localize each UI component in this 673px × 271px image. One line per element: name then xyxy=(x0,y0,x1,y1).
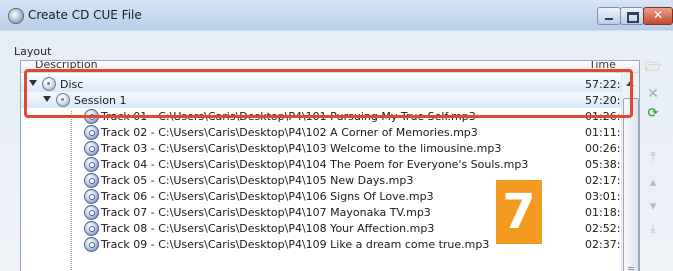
refresh-icon[interactable]: ⟳ xyxy=(645,106,661,122)
folder-icon[interactable]: 🗁 xyxy=(645,60,661,76)
track-label: Track 04 - C:\Users\Caris\Desktop\P4\104… xyxy=(101,158,529,171)
delete-icon[interactable]: ✕ xyxy=(645,86,661,102)
track-row[interactable]: Track 03 - C:\Users\Caris\Desktop\P4\103… xyxy=(21,140,634,156)
track-label: Track 05 - C:\Users\Caris\Desktop\P4\105… xyxy=(101,174,414,187)
audio-track-icon xyxy=(84,157,99,172)
layout-label: Layout xyxy=(14,45,52,58)
maximize-button[interactable] xyxy=(620,7,644,25)
minimize-button[interactable] xyxy=(597,7,621,25)
track-row[interactable]: Track 04 - C:\Users\Caris\Desktop\P4\104… xyxy=(21,156,634,172)
scrollbar-grip-icon xyxy=(628,267,634,268)
track-label: Track 03 - C:\Users\Caris\Desktop\P4\103… xyxy=(101,142,502,155)
track-row[interactable]: Track 02 - C:\Users\Caris\Desktop\P4\102… xyxy=(21,124,634,140)
window-title: Create CD CUE File xyxy=(28,8,142,22)
audio-track-icon xyxy=(84,173,99,188)
move-bottom-icon[interactable]: ⤓ xyxy=(645,221,661,237)
app-disc-icon xyxy=(8,8,24,24)
audio-track-icon xyxy=(84,221,99,236)
step-number-badge: 7 xyxy=(496,180,542,244)
title-bar[interactable]: Create CD CUE File xyxy=(0,0,673,30)
track-label: Track 07 - C:\Users\Caris\Desktop\P4\107… xyxy=(101,206,431,219)
audio-track-icon xyxy=(84,189,99,204)
audio-track-icon xyxy=(84,125,99,140)
scrollbar-thumb[interactable] xyxy=(623,98,639,271)
move-up-icon[interactable]: ▴ xyxy=(645,175,661,191)
close-button[interactable] xyxy=(643,7,673,25)
highlight-annotation xyxy=(24,69,633,118)
create-cd-cue-window: Create CD CUE File Layout Description Ti… xyxy=(0,0,673,271)
audio-track-icon xyxy=(84,237,99,252)
track-label: Track 06 - C:\Users\Caris\Desktop\P4\106… xyxy=(101,190,434,203)
track-label: Track 02 - C:\Users\Caris\Desktop\P4\102… xyxy=(101,126,478,139)
move-down-icon[interactable]: ▾ xyxy=(645,199,661,215)
audio-track-icon xyxy=(84,205,99,220)
side-toolbar: 🗁 ✕ ⟳ ⤒ ▴ ▾ ⤓ xyxy=(641,60,665,260)
track-label: Track 08 - C:\Users\Caris\Desktop\P4\108… xyxy=(101,222,435,235)
move-top-icon[interactable]: ⤒ xyxy=(645,150,661,166)
audio-track-icon xyxy=(84,141,99,156)
track-label: Track 09 - C:\Users\Caris\Desktop\P4\109… xyxy=(101,238,490,251)
